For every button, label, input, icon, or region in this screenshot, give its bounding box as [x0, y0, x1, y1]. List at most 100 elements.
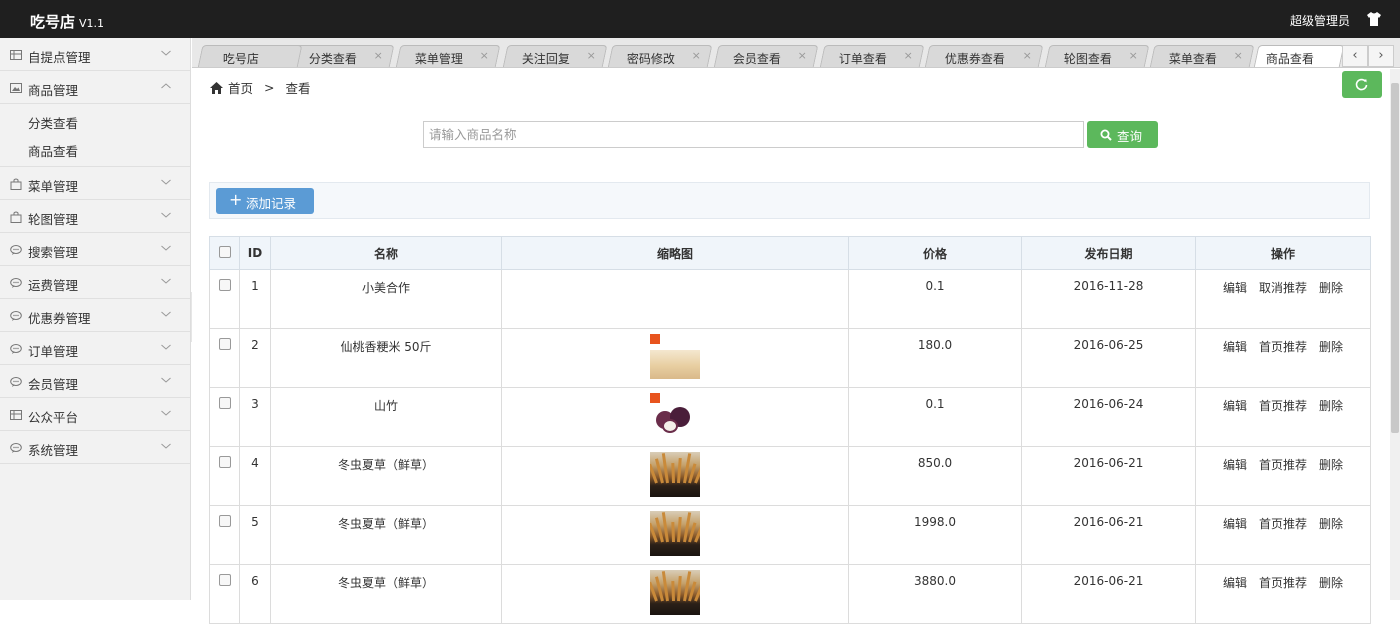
fruit-shape [662, 419, 678, 433]
row-checkbox[interactable] [218, 279, 231, 291]
sidebar-subitem-0[interactable]: 分类查看 [0, 106, 190, 134]
row-action-0[interactable]: 编辑 [1223, 279, 1247, 296]
row-checkbox[interactable] [218, 456, 231, 468]
chevron-down-icon [160, 341, 172, 353]
cell-date: 2016-11-28 [1021, 269, 1196, 329]
label-badge [650, 393, 660, 403]
select-all-checkbox[interactable] [218, 245, 231, 258]
row-action-2[interactable]: 删除 [1319, 338, 1343, 355]
row-action-1[interactable]: 首页推荐 [1259, 397, 1307, 414]
close-icon[interactable]: × [1129, 49, 1138, 62]
cell-thumbnail [501, 269, 849, 329]
sidebar-subitem-1[interactable]: 商品查看 [0, 134, 190, 162]
tab-1[interactable]: 分类查看 × [289, 45, 395, 67]
chat-icon [10, 376, 22, 388]
close-icon[interactable]: × [1234, 49, 1243, 62]
current-user[interactable]: 超级管理员 [1290, 12, 1350, 29]
row-action-2[interactable]: 删除 [1319, 397, 1343, 414]
row-action-1[interactable]: 首页推荐 [1259, 456, 1307, 473]
app-title: 吃号店 [30, 13, 76, 31]
tab-inner: 优惠券查看 × [928, 46, 1040, 67]
sidebar-item-0[interactable]: 自提点管理 [0, 38, 190, 71]
sidebar-item-6[interactable]: 优惠券管理 [0, 299, 190, 332]
row-action-1[interactable]: 首页推荐 [1259, 515, 1307, 532]
sidebar-item-7[interactable]: 订单管理 [0, 332, 190, 365]
row-action-0[interactable]: 编辑 [1223, 456, 1247, 473]
row-checkbox[interactable] [218, 515, 231, 527]
tab-10[interactable]: 商品查看 [1253, 45, 1345, 67]
stem-shape [670, 462, 675, 484]
row-checkbox[interactable] [218, 397, 231, 409]
row-select-cell [209, 505, 240, 565]
close-icon[interactable]: × [1023, 49, 1032, 62]
scrollbar-thumb[interactable] [1391, 83, 1399, 433]
column-header-actions: 操作 [1195, 236, 1371, 270]
tab-9[interactable]: 菜单查看 × [1149, 45, 1255, 67]
table-row: 2 仙桃香粳米 50斤 180.0 2016-06-25 编辑 首页推荐 删除 [209, 328, 1371, 388]
tab-label: 轮图查看 [1063, 52, 1112, 66]
row-action-2[interactable]: 删除 [1319, 456, 1343, 473]
row-checkbox[interactable] [218, 338, 231, 350]
add-record-label: 添加记录 [246, 196, 297, 211]
cell-actions: 编辑 首页推荐 删除 [1195, 446, 1371, 506]
chevron-down-icon [160, 242, 172, 254]
table-header-row: ID 名称 缩略图 价格 发布日期 操作 [209, 236, 1371, 270]
row-action-2[interactable]: 删除 [1319, 515, 1343, 532]
tab-next-button[interactable]: › [1368, 45, 1394, 67]
close-icon[interactable]: × [904, 49, 913, 62]
chevron-down-icon [160, 440, 172, 452]
table-row: 4 冬虫夏草（鲜草） 850.0 2016-06-21 编辑 首页推荐 删除 [209, 446, 1371, 506]
breadcrumb: 首页 > 查看 [210, 78, 311, 97]
breadcrumb-home[interactable]: 首页 [228, 78, 253, 97]
cell-thumbnail [501, 387, 849, 447]
row-action-1[interactable]: 首页推荐 [1259, 574, 1307, 591]
sidebar-item-5[interactable]: 运费管理 [0, 266, 190, 299]
cell-name: 冬虫夏草（鲜草） [270, 446, 502, 506]
search-button[interactable]: 查询 [1087, 121, 1158, 148]
sidebar-item-9[interactable]: 公众平台 [0, 398, 190, 431]
chevron-down-icon [160, 209, 172, 221]
cell-id: 4 [239, 446, 271, 506]
tab-7[interactable]: 优惠券查看 × [924, 45, 1044, 67]
product-search-input[interactable] [423, 121, 1084, 148]
close-icon[interactable]: × [692, 49, 701, 62]
vertical-scrollbar[interactable] [1390, 69, 1400, 600]
tab-2[interactable]: 菜单管理 × [395, 45, 501, 67]
close-icon[interactable]: × [587, 49, 596, 62]
row-action-0[interactable]: 编辑 [1223, 397, 1247, 414]
cell-thumbnail [501, 446, 849, 506]
search-icon [1100, 129, 1112, 141]
row-checkbox[interactable] [218, 574, 231, 586]
sidebar-item-8[interactable]: 会员管理 [0, 365, 190, 398]
tab-prev-button[interactable]: ‹ [1342, 45, 1368, 67]
tab-3[interactable]: 关注回复 × [502, 45, 608, 67]
sidebar-item-10[interactable]: 系统管理 [0, 431, 190, 464]
sidebar-item-label: 轮图管理 [28, 212, 79, 227]
row-action-2[interactable]: 删除 [1319, 279, 1343, 296]
tab-4[interactable]: 密码修改 × [607, 45, 713, 67]
tab-inner: 会员查看 × [717, 46, 815, 67]
chevron-down-icon [160, 374, 172, 386]
refresh-button[interactable] [1342, 71, 1382, 98]
row-action-0[interactable]: 编辑 [1223, 574, 1247, 591]
row-action-1[interactable]: 首页推荐 [1259, 338, 1307, 355]
chat-icon [10, 277, 22, 289]
row-action-2[interactable]: 删除 [1319, 574, 1343, 591]
tab-6[interactable]: 订单查看 × [819, 45, 925, 67]
sidebar-item-4[interactable]: 搜索管理 [0, 233, 190, 266]
sidebar-item-3[interactable]: 轮图管理 [0, 200, 190, 233]
grid-icon [10, 409, 22, 421]
shirt-icon[interactable] [1366, 11, 1382, 27]
add-record-button[interactable]: + 添加记录 [216, 188, 314, 214]
tab-5[interactable]: 会员查看 × [713, 45, 819, 67]
row-action-0[interactable]: 编辑 [1223, 515, 1247, 532]
sidebar-item-1[interactable]: 商品管理 [0, 71, 190, 104]
tab-8[interactable]: 轮图查看 × [1044, 45, 1150, 67]
tab-0[interactable]: 吃号店 [197, 45, 303, 67]
close-icon[interactable]: × [374, 49, 383, 62]
sidebar-item-2[interactable]: 菜单管理 [0, 167, 190, 200]
close-icon[interactable]: × [798, 49, 807, 62]
close-icon[interactable]: × [480, 49, 489, 62]
row-action-1[interactable]: 取消推荐 [1259, 279, 1307, 296]
row-action-0[interactable]: 编辑 [1223, 338, 1247, 355]
